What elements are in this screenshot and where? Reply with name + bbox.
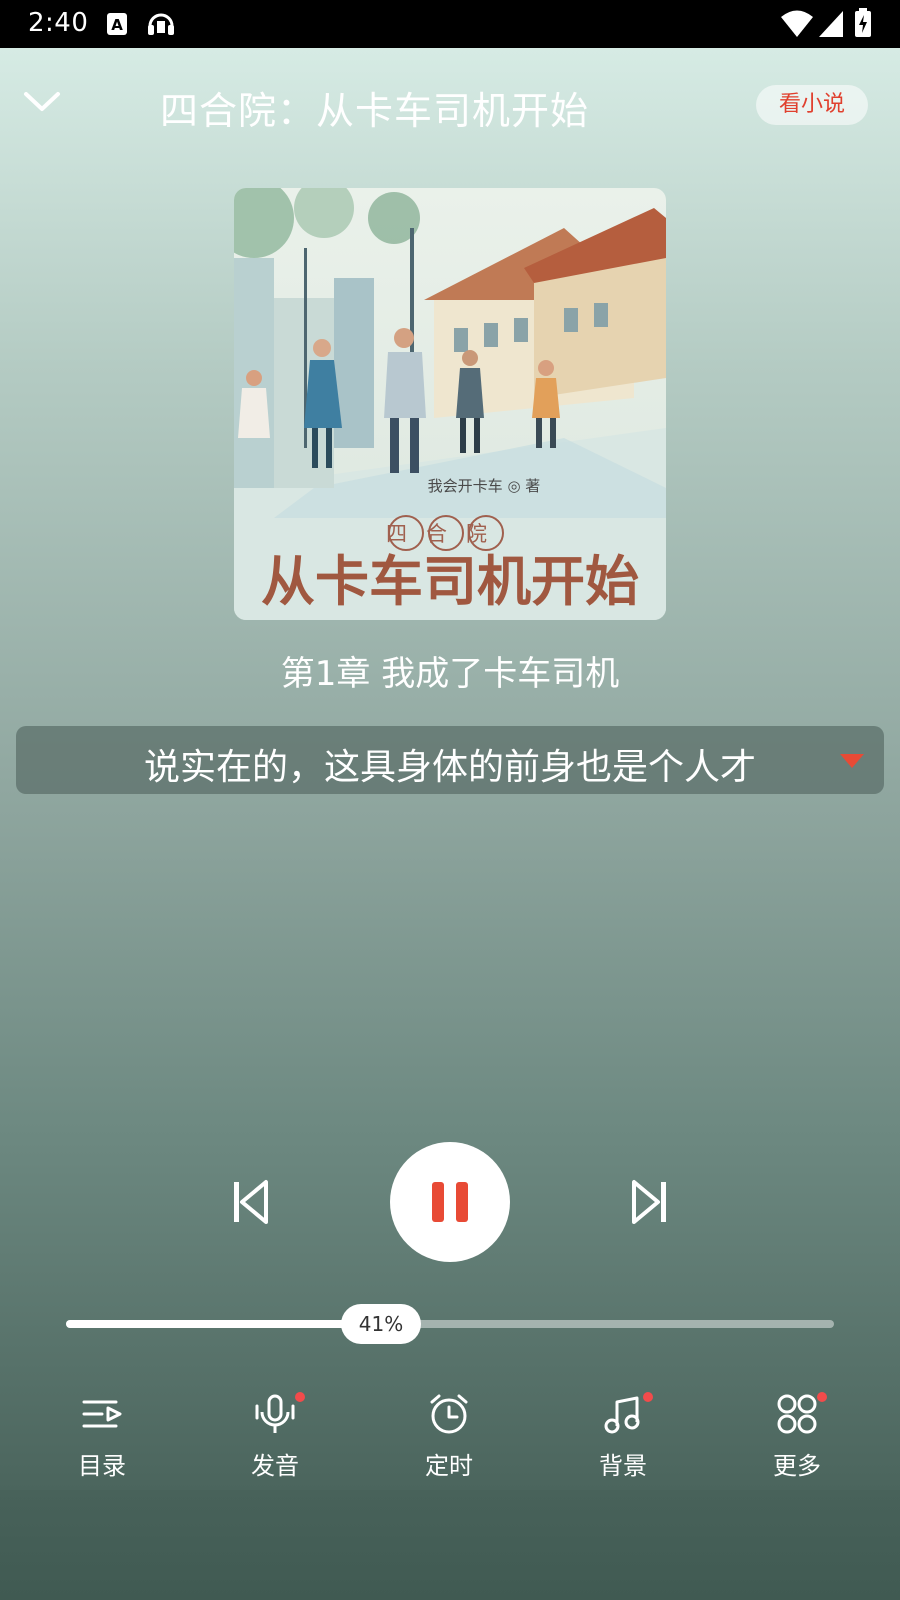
triangle-down-icon [840, 754, 864, 768]
cover-title-text: 从卡车司机开始 [261, 550, 639, 613]
player-screen: 四合院：从卡车司机开始 看小说 我会开卡车 ◎ 著 四合院 从卡车司机开始 第1… [0, 48, 900, 1490]
music-note-icon [604, 1396, 640, 1434]
skip-previous-icon [234, 1180, 268, 1224]
menu-more-label: 更多 [773, 1452, 821, 1480]
pause-button[interactable] [390, 1142, 510, 1262]
new-badge-dot [817, 1392, 827, 1402]
new-badge-dot [643, 1392, 653, 1402]
status-time: 2:40 [28, 8, 89, 38]
cover-author-text: 我会开卡车 ◎ 著 [428, 477, 541, 495]
skip-next-icon [632, 1180, 666, 1224]
menu-catalog-label: 目录 [78, 1452, 126, 1480]
new-badge-dot [295, 1392, 305, 1402]
audiobook-notification-icon [146, 10, 176, 42]
menu-timer-label: 定时 [425, 1452, 473, 1480]
bottom-area [0, 1490, 900, 1600]
svg-text:A: A [111, 16, 123, 34]
cover-series-text: 四合院 [386, 522, 506, 546]
read-novel-button[interactable]: 看小说 [756, 85, 868, 125]
microphone-icon [255, 1394, 295, 1433]
chapter-title: 第1章 我成了卡车司机 [280, 654, 620, 694]
battery-charging-icon [854, 8, 872, 42]
progress-fill [66, 1320, 381, 1328]
menu-voice-label: 发音 [251, 1452, 299, 1480]
book-title: 四合院：从卡车司机开始 [160, 89, 590, 133]
alarm-clock-icon [430, 1394, 468, 1434]
catalog-icon [82, 1400, 122, 1428]
current-sentence-bar[interactable]: 说实在的，这具身体的前身也是个人才 [16, 726, 884, 794]
chevron-down-icon [24, 92, 60, 111]
next-chapter-button[interactable] [628, 1172, 672, 1232]
previous-chapter-button[interactable] [228, 1172, 272, 1232]
expand-text-button[interactable] [838, 752, 866, 770]
font-notification-icon: A [106, 12, 128, 40]
collapse-button[interactable] [20, 84, 64, 120]
progress-track[interactable] [66, 1320, 834, 1328]
pause-icon-bar [456, 1182, 468, 1222]
wifi-icon [780, 10, 814, 42]
status-bar: 2:40 A [0, 0, 900, 48]
current-sentence-text: 说实在的，这具身体的前身也是个人才 [143, 747, 756, 788]
menu-background-label: 背景 [599, 1452, 647, 1480]
pause-icon [432, 1182, 444, 1222]
book-cover: 我会开卡车 ◎ 著 四合院 从卡车司机开始 [234, 188, 666, 620]
cellular-signal-icon [818, 10, 844, 42]
more-grid-icon [777, 1394, 817, 1434]
progress-thumb[interactable]: 41% [341, 1304, 421, 1344]
